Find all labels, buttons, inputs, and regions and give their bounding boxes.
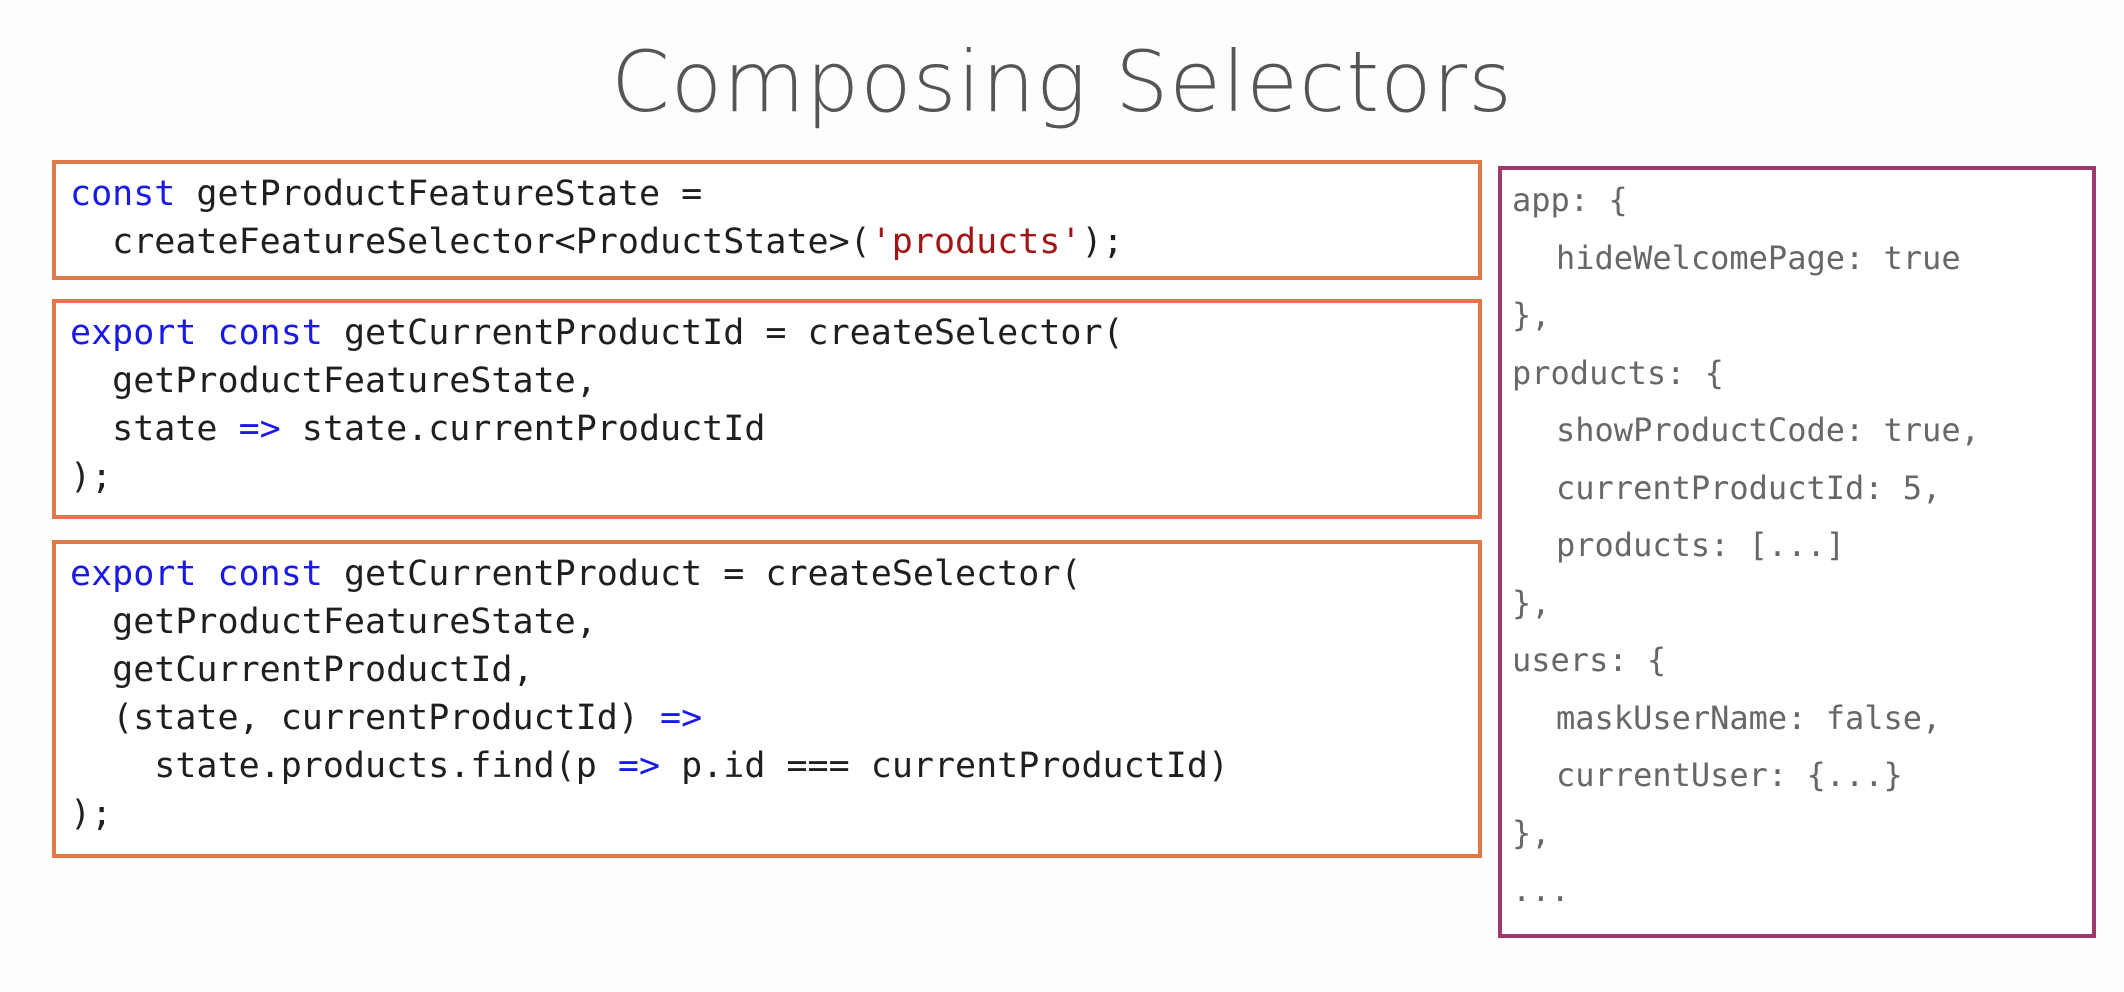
code-line: const getProductFeatureState = [70,170,1478,218]
state-tree-line: currentUser: {...} [1556,756,1903,794]
code-line: getProductFeatureState, [70,598,1478,646]
code-line: ); [70,453,1478,501]
store-state-tree: app: { hideWelcomePage: true}, products: {… [1498,166,2096,938]
code-keyword: const [217,554,323,594]
code-line: state => state.currentProductId [70,405,1478,453]
code-line: state.products.find(p => p.id === curren… [70,742,1478,790]
code-block-current-product-id-selector: export const getCurrentProductId = creat… [52,299,1482,519]
code-line: getProductFeatureState, [70,357,1478,405]
code-text: (state, currentProductId) [70,698,661,738]
state-tree-line: maskUserName: false, [1556,698,1942,737]
code-line: ); [70,790,1478,838]
code-text: getProductFeatureState, [70,361,597,401]
state-tree-line: products: { [1512,353,1724,392]
code-text: getCurrentProductId, [70,650,534,690]
code-line: export const getCurrentProduct = createS… [70,550,1478,598]
code-keyword: => [238,409,281,449]
code-text: getCurrentProductId = createSelector( [322,313,1124,353]
state-tree-line: }, [1512,583,1551,622]
state-tree-line: currentProductId: 5, [1556,468,1942,507]
code-text: ); [1081,222,1124,262]
code-line: createFeatureSelector<ProductState>('pro… [70,218,1478,266]
code-text: p.id === currentProductId) [660,746,1229,786]
state-tree-line: products: [...] [1556,526,1845,564]
code-keyword: const [70,174,176,214]
code-text: state [70,409,239,449]
code-text: getProductFeatureState, [70,602,597,642]
code-keyword: export [70,313,197,353]
code-keyword: const [217,313,323,353]
code-text: getCurrentProduct = createSelector( [322,554,1082,594]
code-line: export const getCurrentProductId = creat… [70,309,1478,357]
code-block-current-product-selector: export const getCurrentProduct = createS… [52,540,1482,858]
code-keyword: => [617,746,661,786]
state-tree-line: app: { [1512,181,1628,219]
code-keyword: export [70,554,197,594]
slide-title: Composing Selectors [611,33,1513,131]
state-tree-line: hideWelcomePage: true [1556,238,1961,277]
code-block-feature-selector: const getProductFeatureState = createFea… [52,160,1482,280]
state-tree-line: }, [1512,813,1551,852]
code-text: state.currentProductId [280,409,766,449]
code-text: ); [70,794,113,834]
state-tree-line: users: { [1512,641,1667,679]
code-line: (state, currentProductId) => [70,694,1478,742]
code-string: 'products' [870,222,1082,262]
state-tree-line: ... [1512,871,1570,909]
code-text: createFeatureSelector<ProductState>( [70,222,871,262]
code-keyword: => [660,698,703,738]
code-line: getCurrentProductId, [70,646,1478,694]
state-tree-line: showProductCode: true, [1556,411,1980,449]
code-text: state.products.find(p [70,746,618,786]
code-text: ); [70,457,113,497]
code-text: getProductFeatureState = [175,174,703,214]
state-tree-line: }, [1512,296,1551,334]
